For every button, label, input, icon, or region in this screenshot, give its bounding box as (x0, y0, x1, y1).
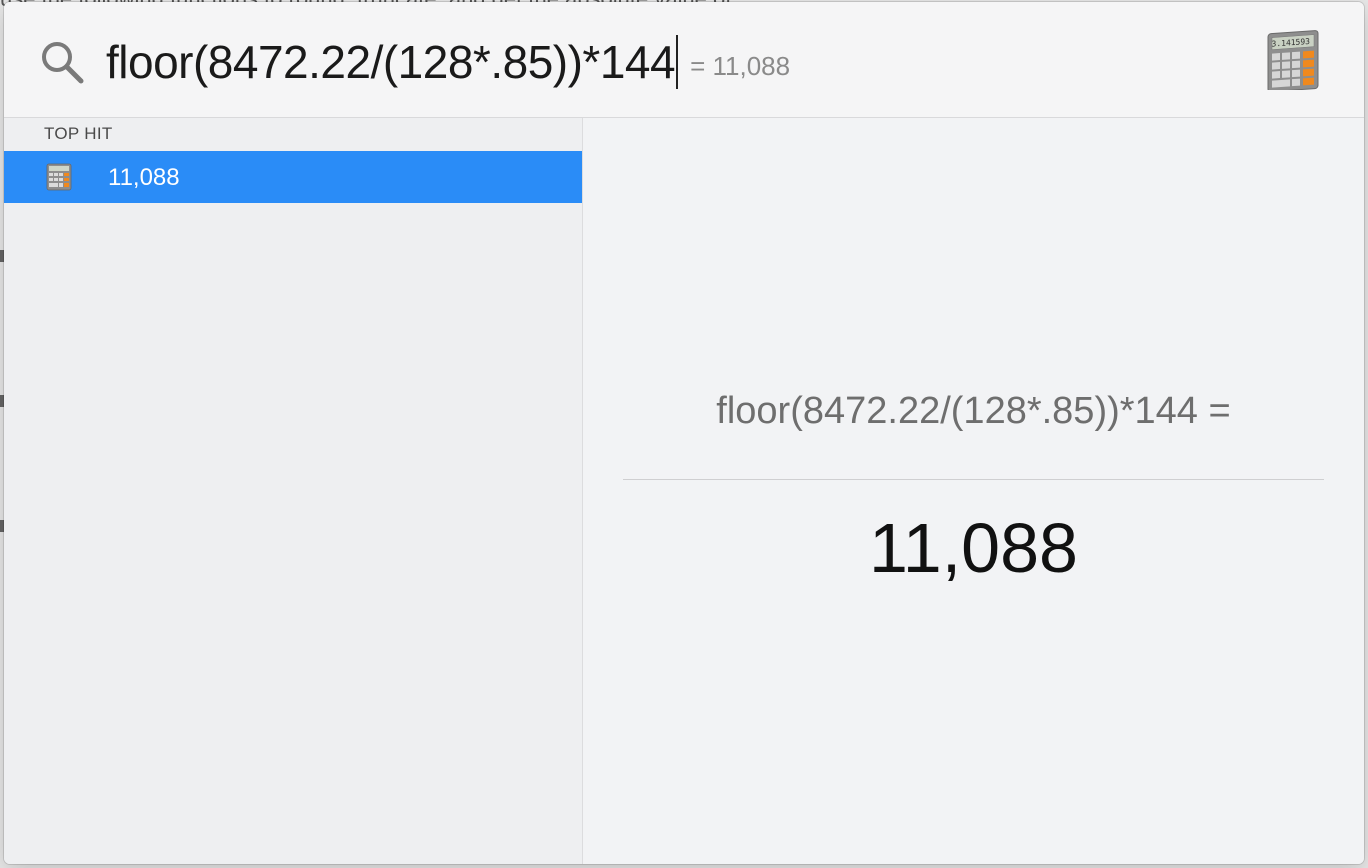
preview-pane: floor(8472.22/(128*.85))*144 = 11,088 (583, 118, 1364, 864)
calculator-icon (46, 163, 72, 191)
calculation-result[interactable]: 11,088 (583, 508, 1364, 588)
spotlight-panel: floor(8472.22/(128*.85))*144 = 11,088 3.… (4, 2, 1364, 864)
top-hit-result-row[interactable]: 11,088 (4, 151, 582, 203)
section-header: TOP HIT (44, 124, 113, 143)
search-bar: floor(8472.22/(128*.85))*144 = 11,088 3.… (4, 2, 1364, 118)
search-query-text: floor(8472.22/(128*.85))*144 (106, 36, 676, 88)
search-input[interactable]: floor(8472.22/(128*.85))*144 = 11,088 (106, 32, 790, 92)
calculation-expression: floor(8472.22/(128*.85))*144 = (716, 390, 1231, 432)
results-list: TOP HIT 11,088 (4, 118, 583, 864)
search-icon (42, 42, 84, 84)
divider (623, 479, 1324, 480)
result-row-label: 11,088 (108, 164, 180, 191)
text-caret (676, 35, 679, 89)
calculator-icon: 3.141593 (1267, 30, 1319, 90)
inline-result: = 11,088 (690, 50, 791, 81)
